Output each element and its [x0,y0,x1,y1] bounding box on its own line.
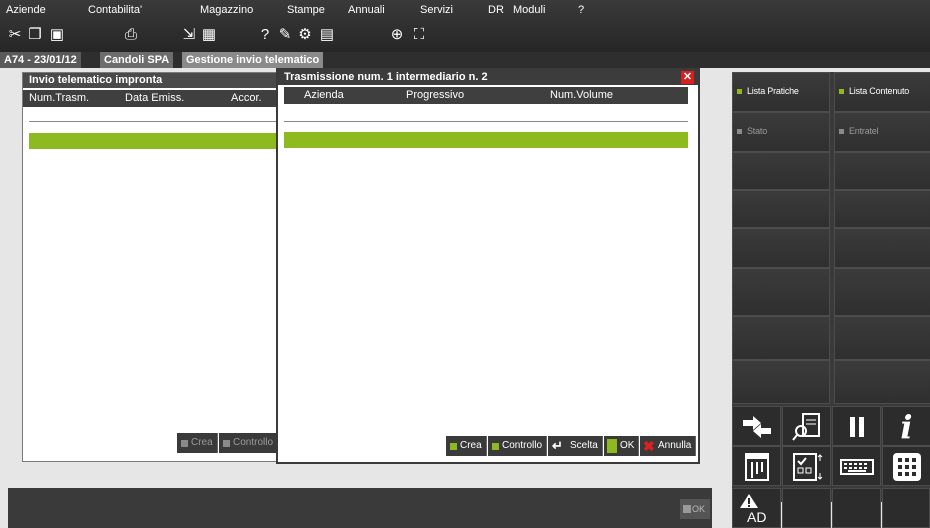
dialog-title: Trasmissione num. 1 intermediario n. 2 ✕ [278,70,698,85]
menu-moduli[interactable]: Moduli [513,4,545,16]
selected-row[interactable] [29,133,279,149]
breadcrumb-context[interactable]: A74 - 23/01/12 [0,52,81,68]
info-icon[interactable]: i [882,406,930,446]
close-icon[interactable]: ✕ [681,71,694,84]
dialog-table-header: Azienda Progressivo Num.Volume [284,87,688,104]
calculator-icon[interactable]: ▤ [318,26,336,44]
left-table-header: Num.Trasm. Data Emiss. Accor. [23,90,279,107]
empty-button [732,316,830,360]
ad-label: AD [747,509,767,525]
lista-pratiche-button[interactable]: Lista Pratiche [732,72,830,112]
calendar-icon[interactable]: ▦ [200,26,218,44]
menu-aziende[interactable]: Aziende [6,4,46,16]
warning-icon[interactable]: AD [732,488,781,528]
menu-dr[interactable]: DR [488,4,504,16]
menu-stampe[interactable]: Stampe [287,4,325,16]
sync-arrows-icon[interactable] [732,406,781,446]
keyboard-icon[interactable] [832,446,881,486]
separator [284,121,688,122]
column-data-emiss[interactable]: Data Emiss. [125,90,184,107]
checklist-sort-icon[interactable] [782,446,831,486]
status-bar [8,488,712,528]
column-num-volume[interactable]: Num.Volume [550,87,613,104]
tools-icon[interactable]: ⚙ [296,26,314,44]
controllo-button-left[interactable]: Controllo [219,433,281,453]
ok-button[interactable]: OK [604,436,640,456]
status-ok-button[interactable]: OK [680,499,710,519]
transmission-dialog: Trasmissione num. 1 intermediario n. 2 ✕… [276,68,700,464]
zoom-icon[interactable]: ⊕ [388,26,406,44]
archive-icon[interactable] [732,446,781,486]
entratel-button[interactable]: Entratel [834,112,930,152]
menu-magazzino[interactable]: Magazzino [200,4,253,16]
empty-button [732,360,830,404]
scelta-button[interactable]: ↵ Scelta [548,436,603,456]
empty-button [832,488,881,528]
empty-button [834,268,930,316]
toolbar: ✂ ❐ ▣ ⎙ ⇲ ▦ ? ✎ ⚙ ▤ ⊕ ⛶ [0,24,460,48]
breadcrumb-company[interactable]: Candoli SPA [100,52,174,68]
crea-button[interactable]: Crea [446,436,487,456]
enter-icon: ↵ [552,438,563,453]
empty-button [834,152,930,190]
scissors-icon[interactable]: ✂ [6,26,24,44]
menu-contabilita[interactable]: Contabilita' [88,4,142,16]
document-search-icon[interactable] [782,406,831,446]
empty-button [782,488,831,528]
crea-button-left[interactable]: Crea [177,433,218,453]
help-icon[interactable]: ? [256,26,274,44]
stato-button[interactable]: Stato [732,112,830,152]
print-icon[interactable]: ⎙ [122,26,140,44]
empty-button [732,152,830,190]
empty-button [834,228,930,268]
ok-marker-icon [607,439,617,453]
left-window-title: Invio telematico impronta [23,73,279,88]
separator [29,121,279,122]
column-num-trasm[interactable]: Num.Trasm. [29,90,89,107]
menu-servizi[interactable]: Servizi [420,4,453,16]
breadcrumb-function[interactable]: Gestione invio telematico [182,52,324,68]
column-progressivo[interactable]: Progressivo [406,87,464,104]
empty-button [882,488,930,528]
copy-icon[interactable]: ❐ [26,26,44,44]
empty-button [834,190,930,228]
menu-bar: Aziende Contabilita' Magazzino Stampe An… [0,0,930,22]
right-panel: Lista Pratiche Lista Contenuto Stato Ent… [732,72,930,502]
cancel-icon: ✖ [643,438,655,454]
menu-help[interactable]: ? [578,4,584,16]
selected-row[interactable] [284,132,688,148]
empty-button [732,268,830,316]
column-azienda[interactable]: Azienda [304,87,344,104]
app-window: Aziende Contabilita' Magazzino Stampe An… [0,0,930,528]
empty-button [834,316,930,360]
menu-annuali[interactable]: Annuali [348,4,385,16]
empty-button [834,360,930,404]
empty-button [732,190,830,228]
grid-menu-icon[interactable] [882,446,930,486]
paste-icon[interactable]: ▣ [48,26,66,44]
controllo-button[interactable]: Controllo [488,436,548,456]
column-accor[interactable]: Accor. [231,90,262,107]
empty-button [732,228,830,268]
edit-icon[interactable]: ✎ [276,26,294,44]
annulla-button[interactable]: ✖ Annulla [640,436,697,456]
left-window: Invio telematico impronta Num.Trasm. Dat… [22,72,281,462]
export-icon[interactable]: ⇲ [180,26,198,44]
top-bar: Aziende Contabilita' Magazzino Stampe An… [0,0,930,52]
breadcrumb: A74 - 23/01/12 Candoli SPA Gestione invi… [0,52,930,68]
lista-contenuto-button[interactable]: Lista Contenuto [834,72,930,112]
fullscreen-icon[interactable]: ⛶ [410,26,428,44]
pause-icon[interactable] [832,406,881,446]
